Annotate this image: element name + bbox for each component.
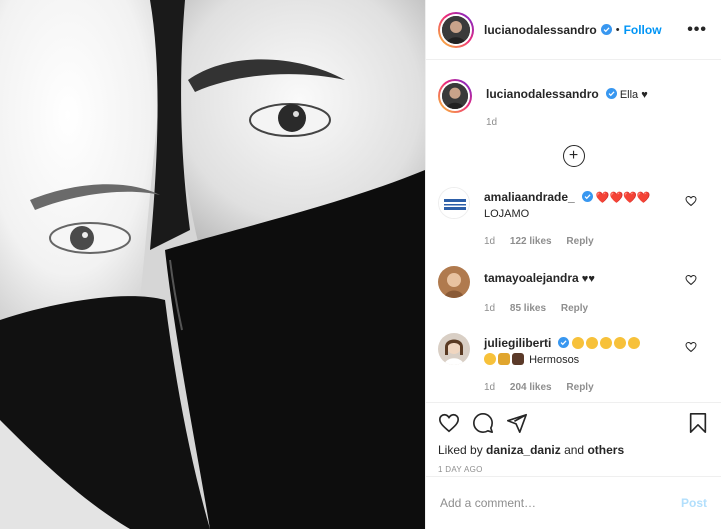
commenter-avatar[interactable] bbox=[438, 187, 470, 219]
commenter-avatar[interactable] bbox=[438, 333, 470, 365]
heart-emoji-icons: ❤️❤️❤️❤️ bbox=[595, 192, 651, 204]
commenter-avatar[interactable] bbox=[438, 266, 470, 298]
liked-by-prefix: Liked by bbox=[438, 443, 483, 457]
commenter-username[interactable]: juliegiliberti bbox=[484, 336, 551, 350]
comment-bubble-icon[interactable] bbox=[472, 412, 494, 434]
extra-emoji-icons bbox=[484, 353, 529, 366]
liked-by-user[interactable]: daniza_daniz bbox=[486, 443, 561, 457]
liked-by-others[interactable]: others bbox=[587, 443, 624, 457]
like-heart-icon[interactable] bbox=[438, 412, 460, 434]
comment-time[interactable]: 1d bbox=[484, 382, 495, 393]
save-bookmark-icon[interactable] bbox=[687, 412, 709, 434]
comment-item: juliegiliberti Hermosos 1d 204 likes Rep… bbox=[426, 331, 721, 396]
comment-text: ♥♥ bbox=[581, 273, 595, 285]
share-paper-plane-icon[interactable] bbox=[506, 412, 528, 434]
verified-badge-icon bbox=[558, 337, 570, 348]
caption-username[interactable]: lucianodalessandro bbox=[486, 87, 599, 101]
liked-by-and: and bbox=[564, 443, 585, 457]
commenter-username[interactable]: tamayoalejandra bbox=[484, 271, 579, 285]
comment-likes[interactable]: 204 likes bbox=[510, 382, 552, 393]
caption-text: Ella ♥ bbox=[619, 89, 648, 101]
caption-avatar[interactable] bbox=[438, 79, 472, 113]
comment-item: tamayoalejandra ♥♥ 1d 85 likes Reply bbox=[426, 264, 721, 317]
comment-item: amaliaandrade_ ❤️❤️❤️❤️ LOJAMO 1d 122 li… bbox=[426, 185, 721, 250]
heart-eyes-emoji-icons bbox=[572, 337, 642, 350]
caption-time[interactable]: 1d bbox=[486, 117, 497, 128]
post-caption: lucianodalessandro Ella ♥ 1d bbox=[426, 61, 721, 130]
more-options-icon[interactable]: ••• bbox=[687, 21, 707, 39]
header-separator: • bbox=[615, 23, 620, 36]
like-comment-heart-icon[interactable] bbox=[685, 195, 697, 207]
comment-input[interactable] bbox=[440, 496, 681, 510]
load-more-comments[interactable]: + bbox=[426, 130, 721, 171]
add-comment-bar: Post bbox=[426, 476, 721, 529]
comment-time[interactable]: 1d bbox=[484, 236, 495, 247]
author-username[interactable]: lucianodalessandro bbox=[484, 23, 597, 37]
follow-button[interactable]: Follow bbox=[624, 23, 662, 37]
comments-list[interactable]: lucianodalessandro Ella ♥ 1d + amaliaand… bbox=[426, 61, 721, 401]
post-actions: Liked by daniza_daniz and others 1 DAY A… bbox=[426, 402, 721, 475]
post-header: lucianodalessandro • Follow ••• bbox=[426, 0, 721, 60]
like-comment-heart-icon[interactable] bbox=[685, 341, 697, 353]
post-comment-button[interactable]: Post bbox=[681, 496, 707, 510]
post-timestamp[interactable]: 1 DAY AGO bbox=[438, 465, 709, 474]
commenter-username[interactable]: amaliaandrade_ bbox=[484, 190, 575, 204]
like-comment-heart-icon[interactable] bbox=[685, 274, 697, 286]
post-side-panel: lucianodalessandro • Follow ••• lucianod… bbox=[425, 0, 721, 529]
liked-by-summary: Liked by daniza_daniz and others bbox=[438, 443, 709, 457]
photo-image bbox=[0, 0, 425, 529]
reply-button[interactable]: Reply bbox=[566, 236, 593, 247]
comment-likes[interactable]: 85 likes bbox=[510, 303, 546, 314]
plus-circle-icon[interactable]: + bbox=[562, 145, 585, 167]
verified-badge-icon bbox=[605, 88, 617, 99]
author-avatar[interactable] bbox=[438, 11, 474, 48]
comment-text: LOJAMO bbox=[484, 208, 530, 220]
comment-time[interactable]: 1d bbox=[484, 303, 495, 314]
reply-button[interactable]: Reply bbox=[566, 382, 593, 393]
post-photo[interactable] bbox=[0, 0, 425, 529]
verified-badge-icon bbox=[600, 24, 612, 35]
reply-button[interactable]: Reply bbox=[561, 303, 588, 314]
comment-likes[interactable]: 122 likes bbox=[510, 236, 552, 247]
comment-text: Hermosos bbox=[529, 354, 580, 366]
verified-badge-icon bbox=[581, 191, 593, 202]
